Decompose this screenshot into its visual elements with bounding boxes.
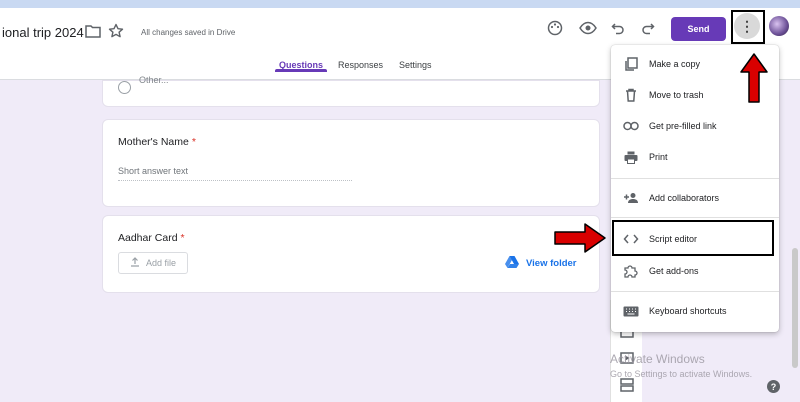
preview-eye-icon[interactable] — [579, 21, 597, 35]
activation-watermark-subtitle: Go to Settings to activate Windows. — [610, 369, 753, 379]
menu-item-keyboard-shortcuts[interactable]: Keyboard shortcuts — [611, 296, 779, 326]
menu-item-get-add-ons[interactable]: Get add-ons — [611, 256, 779, 286]
save-status: All changes saved in Drive — [141, 28, 236, 37]
folder-icon[interactable] — [85, 24, 101, 38]
menu-item-label: Add collaborators — [649, 193, 720, 203]
menu-item-label: Keyboard shortcuts — [649, 306, 727, 316]
menu-item-label: Get add-ons — [649, 266, 699, 276]
view-folder-label: View folder — [526, 258, 577, 269]
print-icon — [623, 149, 639, 165]
upload-icon — [130, 257, 140, 269]
section-icon[interactable] — [620, 378, 634, 392]
menu-item-print[interactable]: Print — [611, 142, 779, 172]
question-card-mothers-name[interactable]: Mother's Name * Short answer text — [102, 119, 600, 207]
undo-icon[interactable] — [611, 21, 625, 35]
question-title: Mother's Name * — [118, 136, 196, 148]
question-label: Mother's Name — [118, 136, 189, 148]
form-title[interactable]: ional trip 2024 — [2, 25, 84, 40]
redo-icon[interactable] — [641, 21, 655, 35]
required-marker: * — [180, 232, 185, 244]
annotation-highlight-box — [612, 220, 774, 256]
menu-item-label: Make a copy — [649, 59, 701, 69]
menu-item-pre-filled-link[interactable]: Get pre-filled link — [611, 111, 779, 141]
question-card-aadhar[interactable]: Aadhar Card * Add file View folder — [102, 215, 600, 293]
star-icon[interactable] — [108, 23, 124, 39]
tab-responses[interactable]: Responses — [338, 60, 383, 70]
menu-item-label: Print — [649, 152, 668, 162]
send-button[interactable]: Send — [671, 17, 726, 41]
avatar[interactable] — [769, 16, 789, 36]
active-tab-indicator — [275, 69, 327, 72]
option-label: Other... — [139, 75, 169, 85]
add-file-button[interactable]: Add file — [118, 252, 188, 274]
link-icon — [623, 118, 639, 134]
menu-item-label: Get pre-filled link — [649, 121, 717, 131]
keyboard-icon — [623, 303, 639, 319]
add-person-icon — [623, 190, 639, 206]
drive-icon — [505, 256, 519, 271]
menu-divider — [611, 217, 779, 218]
more-options-button[interactable]: ⋮ — [734, 13, 760, 39]
view-folder-link[interactable]: View folder — [505, 256, 577, 271]
help-button[interactable]: ? — [767, 380, 780, 393]
trash-icon — [623, 87, 639, 103]
annotation-arrow-up — [740, 53, 768, 103]
copy-icon — [623, 56, 639, 72]
short-answer-field: Short answer text — [118, 166, 352, 181]
annotation-arrow-right — [554, 223, 606, 253]
menu-divider — [611, 291, 779, 292]
question-card-options: Other... — [102, 75, 600, 107]
question-label: Aadhar Card — [118, 232, 178, 244]
puzzle-icon — [623, 263, 639, 279]
menu-item-label: Move to trash — [649, 90, 704, 100]
browser-top-strip — [0, 0, 800, 8]
menu-item-add-collaborators[interactable]: Add collaborators — [611, 183, 779, 213]
required-marker: * — [191, 136, 196, 148]
menu-divider — [611, 178, 779, 179]
page-scrollbar[interactable] — [792, 248, 798, 368]
question-title: Aadhar Card * — [118, 232, 185, 244]
tab-settings[interactable]: Settings — [399, 60, 432, 70]
activation-watermark-title: Activate Windows — [610, 352, 705, 366]
radio-option[interactable] — [118, 81, 131, 94]
add-file-label: Add file — [145, 258, 177, 268]
palette-icon[interactable] — [547, 20, 563, 36]
